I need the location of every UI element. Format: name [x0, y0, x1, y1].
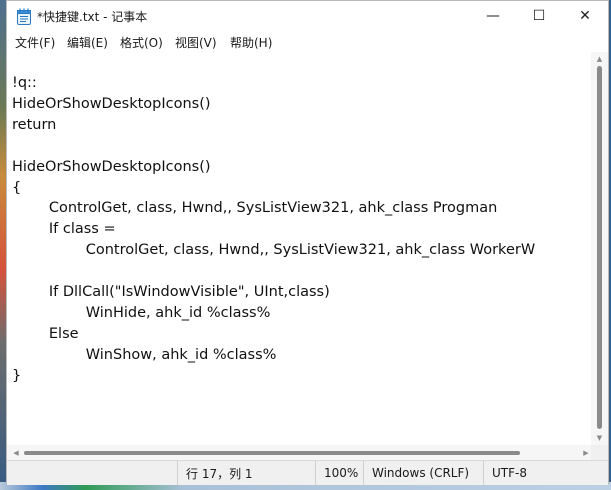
minimize-button[interactable]: —: [470, 1, 516, 31]
close-icon: ✕: [579, 8, 591, 24]
scroll-up-arrow-icon[interactable]: ▲: [591, 52, 608, 66]
horizontal-scroll-thumb[interactable]: [24, 451, 520, 455]
menu-bar: 文件(F) 编辑(E) 格式(O) 视图(V) 帮助(H): [7, 32, 608, 52]
close-button[interactable]: ✕: [562, 1, 608, 31]
menu-file[interactable]: 文件(F): [15, 34, 55, 51]
line-ending: Windows (CRLF): [363, 461, 483, 485]
vertical-scrollbar[interactable]: ▲ ▼: [591, 52, 608, 445]
notepad-icon: [17, 8, 31, 25]
menu-help[interactable]: 帮助(H): [230, 34, 272, 51]
maximize-icon: ☐: [532, 8, 546, 24]
scroll-down-arrow-icon[interactable]: ▼: [591, 431, 608, 445]
scrollbar-corner: [591, 445, 608, 460]
editor-content[interactable]: !q:: HideOrShowDesktopIcons() return Hid…: [7, 73, 591, 387]
text-editor[interactable]: !q:: HideOrShowDesktopIcons() return Hid…: [7, 73, 591, 445]
title-bar[interactable]: *快捷键.txt - 记事本 — ☐ ✕: [7, 1, 608, 31]
maximize-button[interactable]: ☐: [516, 1, 562, 31]
status-bar: 行 17，列 1 100% Windows (CRLF) UTF-8: [7, 460, 608, 485]
zoom-level: 100%: [315, 461, 363, 485]
vertical-scroll-thumb[interactable]: [597, 66, 602, 429]
menu-format[interactable]: 格式(O): [120, 34, 163, 51]
encoding: UTF-8: [483, 461, 608, 485]
scroll-left-arrow-icon[interactable]: ◀: [9, 445, 23, 460]
menu-edit[interactable]: 编辑(E): [67, 34, 108, 51]
notepad-window: *快捷键.txt - 记事本 — ☐ ✕ 文件(F) 编辑(E) 格式(O) 视…: [6, 0, 609, 485]
horizontal-scrollbar[interactable]: ◀ ▶: [7, 445, 593, 460]
minimize-icon: —: [486, 8, 500, 24]
cursor-position: 行 17，列 1: [177, 461, 315, 485]
window-title: *快捷键.txt - 记事本: [37, 10, 148, 24]
menu-view[interactable]: 视图(V): [175, 34, 217, 51]
